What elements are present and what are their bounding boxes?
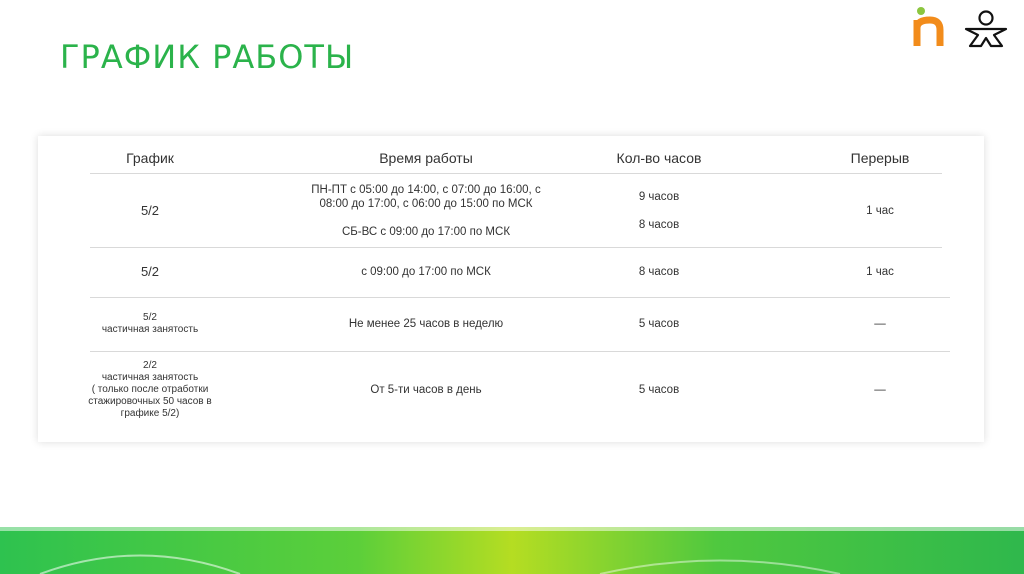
cell-hours: 5 часов (589, 317, 729, 331)
cell-schedule-line: частичная занятость (101, 372, 199, 383)
header-hours: Кол-во часов (616, 150, 702, 166)
row-divider (90, 351, 950, 352)
header-work-time: Время работы (379, 150, 473, 166)
person-logo-icon (964, 10, 1008, 48)
bottom-green-band (0, 527, 1024, 574)
logos (913, 7, 1008, 48)
row-divider (90, 247, 942, 248)
page-title: ГРАФИК РАБОТЫ (60, 38, 355, 76)
cell-schedule-line: 5/2 (140, 203, 160, 218)
cell-work-time: От 5-ти часов в день (296, 383, 556, 397)
cell-schedule-line: 2/2 (143, 360, 157, 371)
cell-work-time: ПН-ПТ с 05:00 до 14:00, с 07:00 до 16:00… (296, 183, 556, 239)
schedule-table: График Время работы Кол-во часов Перерыв 5/2… (38, 136, 984, 442)
cell-break: 1 час (866, 205, 894, 217)
cell-work-time-line: Не менее 25 часов в неделю (348, 318, 504, 330)
cell-schedule-line: 5/2 (143, 312, 157, 323)
cell-hours-line: 5 часов (638, 384, 680, 396)
header-break: Перерыв (850, 150, 910, 166)
cell-hours: 8 часов (589, 265, 729, 279)
cell-schedule: 2/2 частичная занятость( только после отр… (80, 360, 220, 420)
cell-schedule-line: ( только после отработки стажировочных 5… (88, 384, 212, 419)
header-schedule: График (126, 150, 174, 166)
row-divider (90, 297, 950, 298)
cell-hours-line: 8 часов (638, 266, 680, 278)
cell-schedule: 5/2 частичная занятость (80, 312, 220, 336)
row-divider (90, 173, 942, 174)
cell-work-time: с 09:00 до 17:00 по МСК (296, 265, 556, 279)
cell-work-time: Не менее 25 часов в неделю (296, 317, 556, 331)
cell-schedule-line: частичная занятость (101, 324, 199, 335)
cell-work-time-line: От 5-ти часов в день (370, 384, 482, 396)
cell-hours-line: 8 часов (638, 219, 680, 231)
cell-break: — (874, 384, 886, 396)
cell-schedule: 5/2 (80, 265, 220, 279)
cell-work-time-line: с 09:00 до 17:00 по МСК (361, 266, 491, 278)
cell-schedule: 5/2 (80, 204, 220, 218)
brand-n-logo-icon (913, 7, 944, 46)
cell-schedule-line: 5/2 (140, 264, 160, 279)
cell-work-time-line: СБ-ВС с 09:00 до 17:00 по МСК (341, 226, 511, 238)
cell-work-time-line: ПН-ПТ с 05:00 до 14:00, с 07:00 до 16:00… (311, 184, 541, 210)
cell-hours: 5 часов (589, 383, 729, 397)
cell-hours-line: 5 часов (638, 318, 680, 330)
cell-hours-line: 9 часов (638, 191, 680, 203)
cell-break: 1 час (866, 266, 894, 278)
cell-hours: 9 часов 8 часов (589, 190, 729, 232)
cell-break: — (874, 318, 886, 330)
